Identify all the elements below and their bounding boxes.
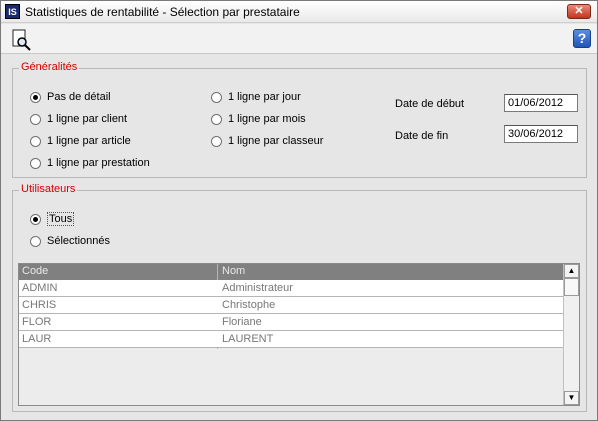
date-fin-label: Date de fin <box>395 130 449 142</box>
radio-ligne-par-article[interactable]: 1 ligne par article <box>30 135 131 147</box>
vertical-scrollbar[interactable]: ▲ ▼ <box>563 264 579 405</box>
date-debut-field[interactable]: 01/06/2012 <box>504 94 578 112</box>
radio-label: 1 ligne par client <box>47 113 128 125</box>
radio-label: 1 ligne par prestation <box>47 157 150 169</box>
column-header-code[interactable]: Code <box>22 265 48 277</box>
users-table[interactable]: Code Nom ADMIN Administrateur CHRIS Chri… <box>18 263 580 406</box>
print-preview-button[interactable] <box>10 29 32 51</box>
radio-label: Sélectionnés <box>47 235 110 247</box>
toolbar: ? <box>1 24 597 54</box>
radio-indicator <box>30 157 41 169</box>
window-title: Statistiques de rentabilité - Sélection … <box>25 5 300 19</box>
generalites-group: Généralités Pas de détail 1 ligne par cl… <box>12 61 587 178</box>
table-header: Code Nom <box>19 264 563 280</box>
print-preview-icon <box>12 29 31 51</box>
radio-indicator <box>30 135 41 147</box>
radio-ligne-par-classeur[interactable]: 1 ligne par classeur <box>211 135 323 147</box>
radio-label: 1 ligne par article <box>47 135 131 147</box>
table-row[interactable]: CHRIS Christophe <box>19 297 563 314</box>
title-bar[interactable]: IS Statistiques de rentabilité - Sélecti… <box>1 1 597 23</box>
generalites-legend: Généralités <box>19 61 80 73</box>
table-row[interactable]: LAUR LAURENT <box>19 331 563 348</box>
cell-code: CHRIS <box>22 299 57 311</box>
radio-ligne-par-jour[interactable]: 1 ligne par jour <box>211 91 301 103</box>
date-debut-label: Date de début <box>395 98 465 110</box>
radio-label: 1 ligne par jour <box>228 91 301 103</box>
help-button[interactable]: ? <box>573 29 591 48</box>
cell-nom: Administrateur <box>222 282 293 294</box>
radio-label: Pas de détail <box>47 91 111 103</box>
radio-indicator <box>30 91 41 103</box>
radio-label: 1 ligne par mois <box>228 113 306 125</box>
main-window: IS Statistiques de rentabilité - Sélecti… <box>0 0 598 421</box>
radio-tous[interactable]: Tous <box>30 212 75 226</box>
radio-indicator <box>30 113 41 125</box>
table-row[interactable]: ADMIN Administrateur <box>19 280 563 297</box>
cell-code: ADMIN <box>22 282 58 294</box>
radio-ligne-par-client[interactable]: 1 ligne par client <box>30 113 127 125</box>
radio-label: 1 ligne par classeur <box>228 135 324 147</box>
scroll-down-arrow-icon[interactable]: ▼ <box>564 391 579 405</box>
close-button[interactable]: ✕ <box>567 4 591 19</box>
app-icon: IS <box>5 4 20 19</box>
cell-nom: LAURENT <box>222 333 274 345</box>
radio-indicator <box>30 213 41 225</box>
radio-ligne-par-mois[interactable]: 1 ligne par mois <box>211 113 306 125</box>
column-header-nom[interactable]: Nom <box>222 265 245 277</box>
radio-indicator <box>211 135 222 147</box>
scroll-thumb[interactable] <box>564 278 579 296</box>
cell-nom: Floriane <box>222 316 262 328</box>
radio-indicator <box>211 113 222 125</box>
cell-nom: Christophe <box>222 299 276 311</box>
radio-selectionnes[interactable]: Sélectionnés <box>30 235 110 247</box>
table-row[interactable]: FLOR Floriane <box>19 314 563 331</box>
scroll-up-arrow-icon[interactable]: ▲ <box>564 264 579 278</box>
date-fin-field[interactable]: 30/06/2012 <box>504 125 578 143</box>
radio-pas-de-detail[interactable]: Pas de détail <box>30 91 111 103</box>
radio-indicator <box>30 235 41 247</box>
radio-label: Tous <box>47 212 75 226</box>
cell-code: LAUR <box>22 333 52 345</box>
radio-ligne-par-prestation[interactable]: 1 ligne par prestation <box>30 157 150 169</box>
cell-code: FLOR <box>22 316 52 328</box>
utilisateurs-legend: Utilisateurs <box>19 183 78 195</box>
radio-indicator <box>211 91 222 103</box>
